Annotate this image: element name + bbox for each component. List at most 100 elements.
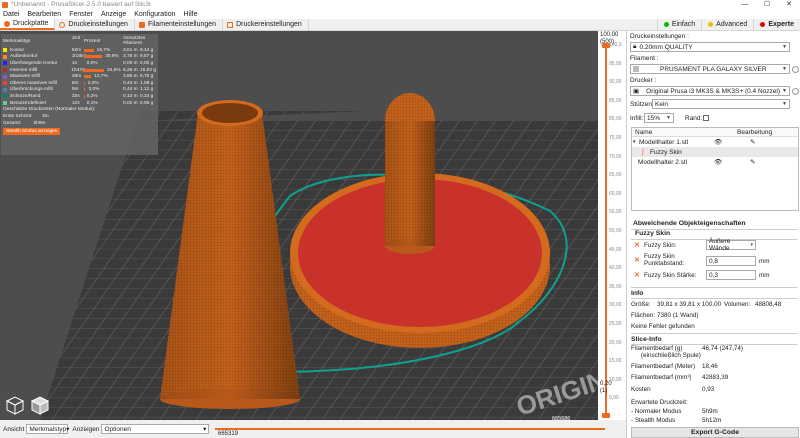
legend-type-name: Oberes massives Infill bbox=[10, 80, 57, 86]
thickness-label: Fuzzy Skin Stärke: bbox=[644, 272, 697, 279]
menu-help[interactable]: Hilfe bbox=[184, 11, 198, 18]
legend-swatch bbox=[3, 54, 7, 59]
filament-combo[interactable]: PRUSAMENT PLA GALAXY SILVER ▼ bbox=[630, 64, 790, 74]
layers-view-icon[interactable] bbox=[29, 394, 51, 416]
export-gcode-button[interactable]: Export G-Code bbox=[631, 427, 799, 438]
stealth-mode-button[interactable]: Stealth Modus anzeigen bbox=[3, 128, 61, 136]
printer-combo[interactable]: ▣ Original Prusa i3 MK3S & MK3S+ (0.4 No… bbox=[630, 86, 790, 96]
legend-percent-bar bbox=[83, 75, 92, 79]
eye-icon[interactable]: 👁︎ bbox=[714, 138, 722, 146]
layer-slider-bottom-thumb[interactable] bbox=[602, 413, 610, 418]
remove-setting-icon[interactable]: ✕ bbox=[634, 271, 640, 279]
remove-setting-icon[interactable]: ✕ bbox=[634, 241, 640, 249]
mode-advanced[interactable]: Advanced bbox=[701, 18, 753, 31]
object-row-1[interactable]: ▾ Modellhalter 1.stl 👁︎ ✎ bbox=[632, 137, 798, 147]
chevron-down-icon: ▼ bbox=[666, 115, 671, 121]
cost-label: Kosten bbox=[631, 386, 651, 393]
filament-edit-icon[interactable] bbox=[792, 66, 799, 73]
menu-window[interactable]: Fenster bbox=[69, 11, 93, 18]
legend-filament: 0,13 m 0,34 g bbox=[123, 94, 156, 99]
estimated-time-label: Erwartete Druckzeit: bbox=[631, 399, 688, 406]
3d-viewport[interactable]: ORIGINAL Merkmalstyp Zeit Prozent Genutz… bbox=[0, 31, 598, 420]
object-row-fuzzy-skin[interactable]: ∫ Fuzzy Skin bbox=[632, 147, 798, 157]
menu-edit[interactable]: Bearbeiten bbox=[27, 11, 61, 18]
print-settings-combo[interactable]: 🔒︎ 0.20mm QUALITY ▼ bbox=[630, 42, 790, 52]
brim-checkbox[interactable] bbox=[703, 115, 709, 121]
edit-icon[interactable]: ✎ bbox=[750, 138, 755, 146]
legend-row[interactable]: Internes Infill 1h47m 34,6% 6,28 m 15,92 g bbox=[1, 67, 158, 74]
layer-tick-label: 85,00 bbox=[609, 97, 622, 104]
legend-time: 1s bbox=[71, 60, 77, 66]
normal-mode-label: - Normaler Modus bbox=[631, 408, 682, 415]
divider bbox=[631, 287, 797, 288]
mode-expert[interactable]: Experte bbox=[753, 18, 800, 31]
view-type-select[interactable]: Merkmalstyp ▾ bbox=[26, 424, 69, 434]
layer-slider[interactable]: 100,00 (500) 100,0 95,00 90,00 85,00 80,00 75… bbox=[598, 31, 626, 420]
fuzzy-skin-combo[interactable]: Äußere Wände ▾ bbox=[706, 238, 756, 252]
chevron-down-icon: ▼ bbox=[782, 101, 787, 107]
remove-setting-icon[interactable]: ✕ bbox=[634, 256, 640, 264]
horizontal-slider[interactable] bbox=[215, 428, 606, 430]
legend-row[interactable]: Benutzerdefiniert 12s 0,1% 0,02 m 0,05 g bbox=[1, 100, 158, 107]
edit-icon[interactable]: ✎ bbox=[750, 158, 755, 166]
spool-icon bbox=[138, 21, 145, 28]
menu-file[interactable]: Datei bbox=[3, 11, 19, 18]
infill-combo[interactable]: 15% ▼ bbox=[644, 113, 674, 123]
mode-simple[interactable]: Einfach bbox=[656, 18, 701, 31]
legend-total: Gesamt: 5h9m bbox=[1, 120, 158, 127]
legend-row[interactable]: Schürze/Rand 32s 0,2% 0,13 m 0,34 g bbox=[1, 93, 158, 100]
legend-row[interactable]: Außenkontur 1h35m 30,8% 3,78 m 9,57 g bbox=[1, 54, 158, 61]
maximize-button[interactable]: ☐ bbox=[756, 0, 778, 9]
tab-filament-settings[interactable]: Filamenteinstellungen bbox=[135, 19, 224, 30]
legend-percent-value: 3,0% bbox=[88, 87, 100, 93]
printer-edit-icon[interactable] bbox=[792, 88, 799, 95]
legend-time: 9m bbox=[71, 87, 79, 93]
chevron-down-icon: ▾ bbox=[203, 426, 207, 433]
divider bbox=[631, 298, 797, 299]
legend-header-time: Zeit bbox=[72, 36, 81, 41]
plater-icon bbox=[4, 20, 10, 27]
legend-row[interactable]: Überhängende Kontur 1s 0,0% 0,00 m 0,00 g bbox=[1, 60, 158, 67]
menu-view[interactable]: Anzeige bbox=[101, 11, 126, 18]
legend-type: Oberes massives Infill bbox=[3, 81, 72, 86]
print-settings-label: Druckeinstellungen : bbox=[630, 33, 689, 40]
layer-tick-label: 75,00 bbox=[609, 135, 622, 141]
legend-row[interactable]: Massives Infill 39m 12,7% 3,86 m 9,78 g bbox=[1, 73, 158, 80]
filament-m-value: 18,46 bbox=[702, 363, 718, 370]
legend-percent: 12,7% bbox=[83, 74, 123, 79]
layer-slider-top-thumb[interactable] bbox=[602, 43, 610, 48]
point-distance-input[interactable]: 0,8 bbox=[706, 256, 756, 266]
view-cube-icon[interactable] bbox=[4, 394, 26, 416]
layer-tick-label: 45,00 bbox=[609, 246, 622, 253]
label-line: Punktabstand: bbox=[644, 260, 685, 267]
legend-percent: 2,0% bbox=[83, 81, 123, 86]
eye-icon[interactable]: 👁︎ bbox=[714, 158, 722, 166]
info-title: Info bbox=[631, 290, 644, 297]
label-line: Fuzzy Skin bbox=[644, 253, 675, 260]
tab-printer-settings[interactable]: Druckereinstellungen bbox=[223, 19, 309, 30]
show-options-select[interactable]: Optionen ▾ bbox=[101, 424, 210, 434]
infill-label: Infill: bbox=[630, 115, 644, 122]
object-row-2[interactable]: Modellhalter 2.stl 👁︎ ✎ bbox=[632, 157, 798, 167]
minimize-button[interactable]: — bbox=[734, 0, 756, 9]
legend-row[interactable]: Überbrückungs-Infill 9m 3,0% 0,44 m 1,12 g bbox=[1, 87, 158, 94]
legend-row[interactable]: Kontur 52m 16,7% 3,61 m 9,14 g bbox=[1, 47, 158, 54]
tab-plater[interactable]: Druckplatte bbox=[0, 19, 56, 30]
legend-filament: 0,44 m 1,12 g bbox=[123, 87, 156, 92]
tab-bar: Druckplatte Druckeinstellungen Filamente… bbox=[0, 18, 800, 31]
tab-print-settings[interactable]: Druckeinstellungen bbox=[55, 19, 135, 30]
legend-type-name: Internes Infill bbox=[10, 67, 38, 73]
thickness-input[interactable]: 0,3 bbox=[706, 270, 756, 280]
printer-label: Drucker : bbox=[630, 77, 657, 84]
legend-swatch bbox=[3, 101, 7, 106]
menu-configuration[interactable]: Konfiguration bbox=[134, 11, 175, 18]
close-button[interactable]: ✕ bbox=[778, 0, 800, 9]
layer-slider-rail[interactable] bbox=[605, 45, 607, 417]
faces-label: Flächen: bbox=[631, 312, 656, 319]
legend-percent-value: 30,8% bbox=[105, 54, 119, 60]
layer-tick-label: 20,00 bbox=[609, 339, 622, 346]
legend-row[interactable]: Oberes massives Infill 6m 2,0% 0,43 m 1,08 g bbox=[1, 80, 158, 87]
supports-combo[interactable]: Kein ▼ bbox=[652, 99, 790, 109]
total-value: 5h9m bbox=[33, 121, 46, 127]
legend-type-name: Kontur bbox=[10, 47, 25, 53]
